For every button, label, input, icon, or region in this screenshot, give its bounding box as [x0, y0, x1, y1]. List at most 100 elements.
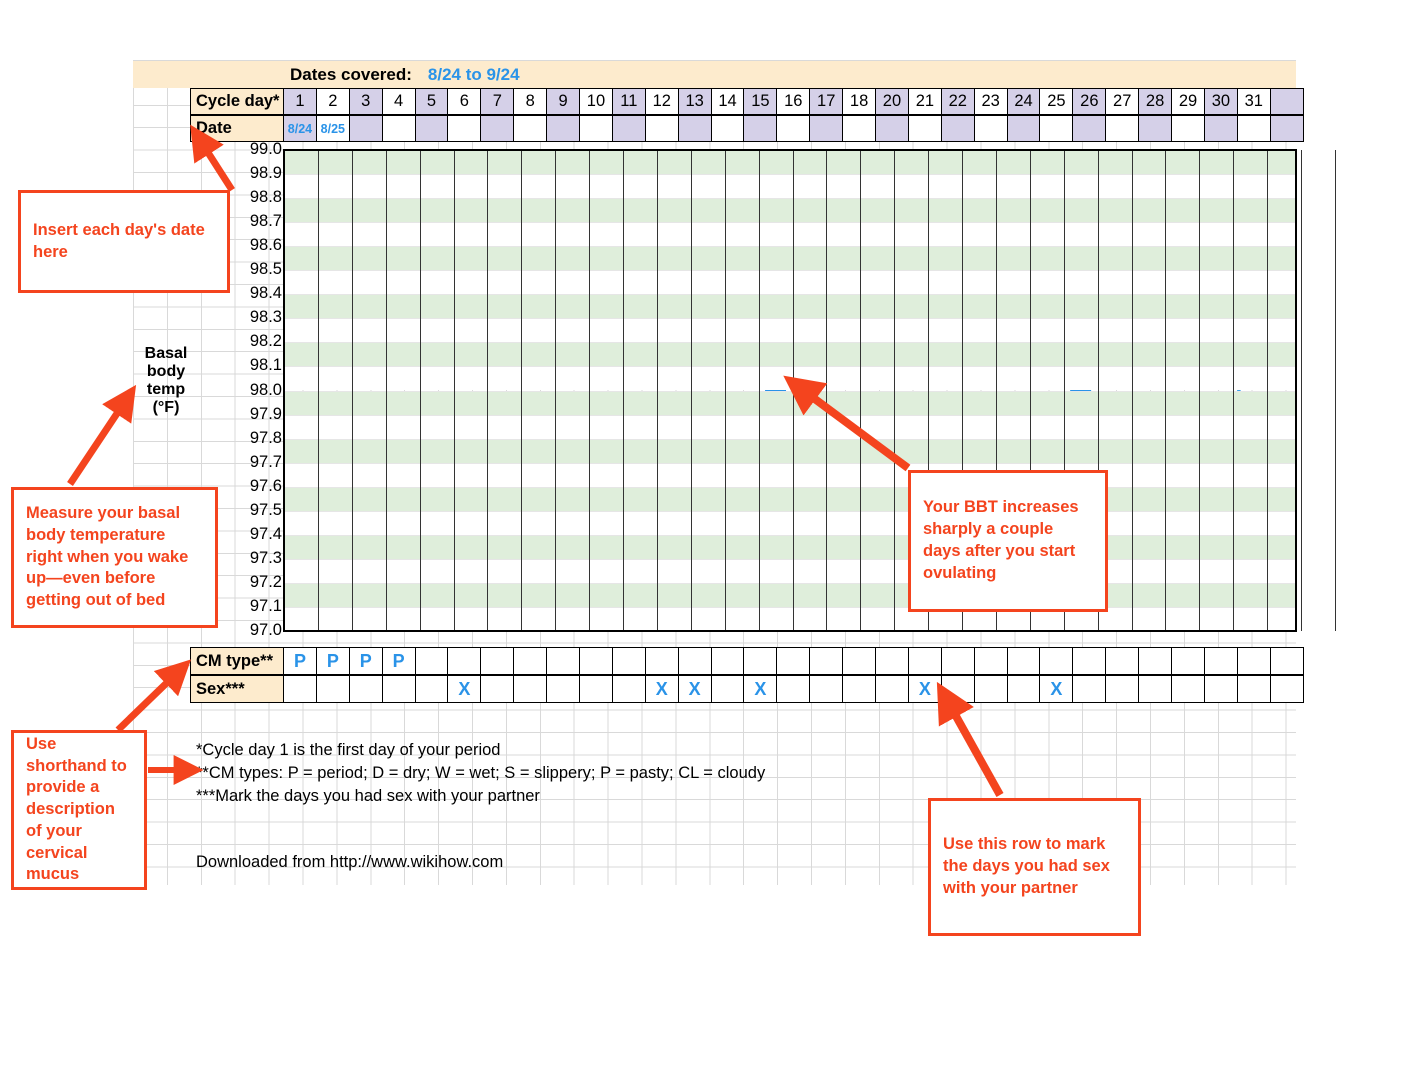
cm-type-cell[interactable] [1039, 647, 1074, 675]
sex-cell[interactable] [579, 675, 613, 703]
date-cell[interactable] [940, 115, 975, 142]
date-cell[interactable] [480, 115, 515, 142]
cm-type-cell[interactable] [447, 647, 482, 675]
sex-cell[interactable] [1236, 675, 1271, 703]
sex-cell[interactable] [842, 675, 877, 703]
sex-cell[interactable]: X [644, 675, 679, 703]
cm-type-cell[interactable]: P [348, 647, 383, 675]
cm-type-cell[interactable]: P [381, 647, 416, 675]
cm-type-cell[interactable] [710, 647, 745, 675]
date-cell[interactable] [579, 115, 613, 142]
date-cell[interactable]: 8/24 [283, 115, 317, 142]
date-cell[interactable] [776, 115, 811, 142]
cm-type-cell[interactable] [1105, 647, 1140, 675]
date-cell[interactable] [414, 115, 449, 142]
sex-cell[interactable] [1006, 675, 1041, 703]
date-cell[interactable] [973, 115, 1008, 142]
cm-type-cell[interactable] [611, 647, 646, 675]
date-cell[interactable] [447, 115, 482, 142]
sex-cell[interactable]: X [677, 675, 712, 703]
sex-cell[interactable] [875, 675, 909, 703]
sex-cell[interactable]: X [907, 675, 942, 703]
sex-cell[interactable] [480, 675, 515, 703]
date-cell[interactable] [677, 115, 712, 142]
sex-cell[interactable]: X [447, 675, 482, 703]
date-cell[interactable] [1072, 115, 1107, 142]
cm-type-cell[interactable] [743, 647, 778, 675]
dates-covered-value[interactable]: 8/24 to 9/24 [428, 65, 520, 85]
cm-type-cell[interactable] [809, 647, 844, 675]
sex-cell[interactable] [973, 675, 1008, 703]
sex-cell[interactable] [283, 675, 317, 703]
sex-cell[interactable] [1269, 675, 1304, 703]
cm-type-cell[interactable] [776, 647, 811, 675]
cm-type-cell[interactable] [579, 647, 613, 675]
cm-type-cell[interactable] [1072, 647, 1107, 675]
date-cell[interactable] [611, 115, 646, 142]
cycle-day-cell: 21 [907, 88, 942, 115]
sex-cell[interactable]: X [743, 675, 778, 703]
sex-cell[interactable] [348, 675, 383, 703]
cm-type-cell[interactable] [1269, 647, 1304, 675]
cm-type-cell[interactable] [414, 647, 449, 675]
date-cell[interactable] [1203, 115, 1238, 142]
date-cell[interactable] [809, 115, 844, 142]
cm-type-cell[interactable]: P [315, 647, 350, 675]
date-cell[interactable] [644, 115, 679, 142]
cm-type-cell[interactable] [1138, 647, 1173, 675]
sex-cell[interactable] [1072, 675, 1107, 703]
sex-cell[interactable] [1138, 675, 1173, 703]
date-cell[interactable]: 8/25 [315, 115, 350, 142]
cm-type-cell[interactable] [875, 647, 909, 675]
cm-type-cell[interactable] [644, 647, 679, 675]
chart-band [284, 558, 1296, 583]
date-cell[interactable] [1039, 115, 1074, 142]
sex-cell[interactable] [381, 675, 416, 703]
sex-cell[interactable] [414, 675, 449, 703]
cm-type-cell[interactable]: P [283, 647, 317, 675]
date-cell[interactable] [743, 115, 778, 142]
date-cell[interactable] [1236, 115, 1271, 142]
cm-type-cell[interactable] [480, 647, 515, 675]
cm-type-cell[interactable] [513, 647, 548, 675]
sex-cell[interactable] [315, 675, 350, 703]
cm-type-cell[interactable] [1203, 647, 1238, 675]
sex-row[interactable]: XXXXXX [283, 675, 1304, 703]
date-cell[interactable] [381, 115, 416, 142]
cm-type-row[interactable]: PPPP [283, 647, 1304, 675]
cm-type-cell[interactable] [1006, 647, 1041, 675]
sex-cell[interactable] [809, 675, 844, 703]
date-cell[interactable] [842, 115, 877, 142]
sex-cell[interactable] [546, 675, 581, 703]
date-cell[interactable] [1105, 115, 1140, 142]
chart-vline [759, 150, 760, 631]
date-entry-row[interactable]: 8/24 8/25 [283, 115, 1304, 142]
sex-cell[interactable] [611, 675, 646, 703]
sex-cell[interactable] [1105, 675, 1140, 703]
date-cell[interactable] [710, 115, 745, 142]
cm-type-cell[interactable] [940, 647, 975, 675]
date-cell[interactable] [513, 115, 548, 142]
cm-type-cell[interactable] [842, 647, 877, 675]
sex-cell[interactable]: X [1039, 675, 1074, 703]
sex-cell[interactable] [940, 675, 975, 703]
sex-cell[interactable] [513, 675, 548, 703]
cm-type-cell[interactable] [1171, 647, 1205, 675]
date-cell[interactable] [1006, 115, 1041, 142]
cm-type-cell[interactable] [546, 647, 581, 675]
date-cell[interactable] [875, 115, 909, 142]
date-cell[interactable] [348, 115, 383, 142]
date-cell[interactable] [1171, 115, 1205, 142]
sex-cell[interactable] [1203, 675, 1238, 703]
cm-type-cell[interactable] [973, 647, 1008, 675]
sex-cell[interactable] [710, 675, 745, 703]
cm-type-cell[interactable] [1236, 647, 1271, 675]
date-cell[interactable] [546, 115, 581, 142]
cm-type-cell[interactable] [907, 647, 942, 675]
sex-cell[interactable] [776, 675, 811, 703]
sex-cell[interactable] [1171, 675, 1205, 703]
date-cell[interactable] [907, 115, 942, 142]
cm-type-cell[interactable] [677, 647, 712, 675]
date-cell[interactable] [1138, 115, 1173, 142]
date-cell[interactable] [1269, 115, 1304, 142]
